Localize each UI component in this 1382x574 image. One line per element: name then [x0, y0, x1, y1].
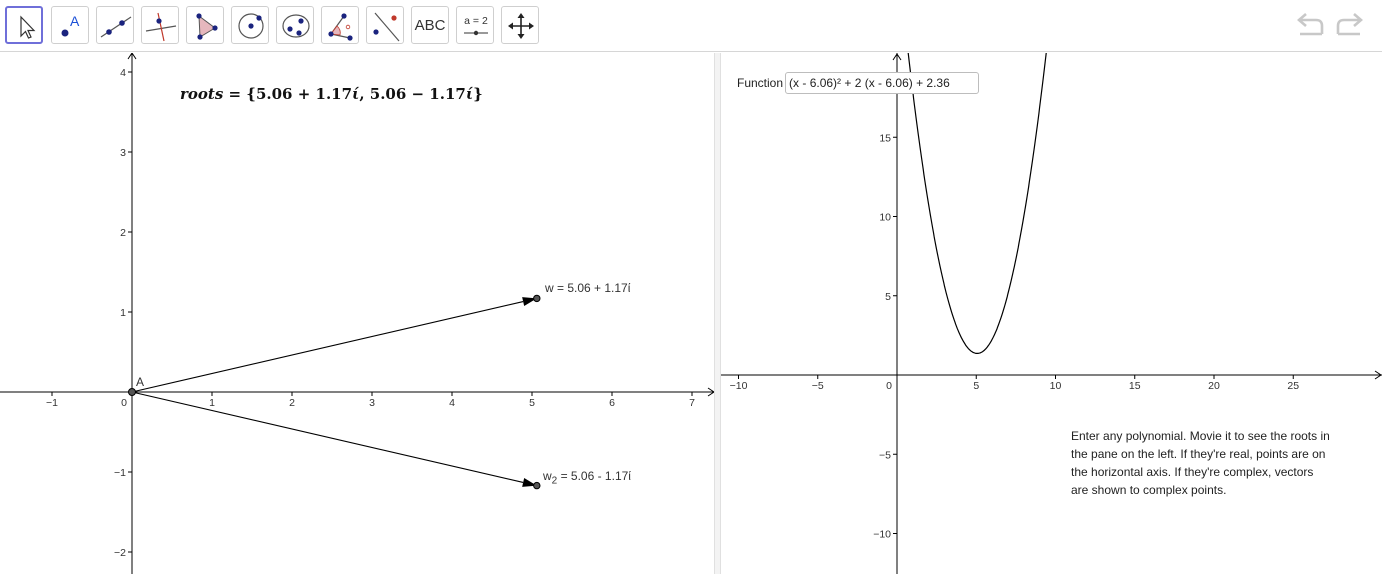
- right-x-tick-label: 5: [973, 380, 979, 392]
- left-y-tick-label: 3: [120, 147, 126, 159]
- right-x-tick-label: 15: [1129, 380, 1141, 392]
- right-y-tick-label: −5: [879, 449, 891, 461]
- perpendicular-line-tool-button[interactable]: [141, 6, 179, 44]
- text-tool-button[interactable]: ABC: [411, 6, 449, 44]
- left-y-tick-label: 4: [120, 67, 126, 79]
- left-y-tick-label: 2: [120, 227, 126, 239]
- reflect-icon: [373, 12, 400, 42]
- perpendicular-icon: [145, 12, 177, 42]
- function-curve[interactable]: [907, 53, 1049, 354]
- reflect-tool-button[interactable]: [366, 6, 404, 44]
- right-x-tick-label: 25: [1287, 380, 1299, 392]
- function-caption: Function: [737, 76, 784, 90]
- text-icon: ABC: [414, 16, 446, 34]
- redo-icon[interactable]: [1334, 12, 1364, 40]
- right-y-tick-label: 5: [885, 291, 891, 303]
- toolbar: A ABC a = 2: [0, 0, 1382, 52]
- instructions-text: Enter any polynomial. Movie it to see th…: [1071, 429, 1330, 497]
- left-y-tick-label: −2: [114, 547, 126, 559]
- line-icon: [100, 16, 132, 38]
- roots-eq: = {5.06 + 1.17: [223, 85, 353, 103]
- right-x-tick-label: 0: [886, 380, 892, 392]
- function-input-box: Function: [737, 71, 980, 95]
- polygon-tool-button[interactable]: [186, 6, 224, 44]
- left-x-tick-label: 1: [209, 397, 215, 409]
- slider-tool-label: a = 2: [464, 15, 488, 27]
- left-y-tick-label: 1: [120, 307, 126, 319]
- left-x-tick-label: 0: [121, 397, 127, 409]
- left-x-tick-label: 2: [289, 397, 295, 409]
- move-tool-button[interactable]: [5, 6, 43, 44]
- complex-plane-svg: −1 0 1 2 3 4 5 6 7 4 3 2 1 −1 −2: [0, 53, 714, 574]
- vector-w[interactable]: [131, 301, 524, 393]
- right-x-tick-label: −5: [812, 380, 824, 392]
- point-icon: A: [61, 13, 80, 37]
- right-x-tick-label: 10: [1050, 380, 1062, 392]
- slider-tool-button[interactable]: a = 2: [456, 6, 494, 44]
- move-arrows-icon: [508, 13, 534, 39]
- circle-center-icon: [238, 13, 264, 39]
- vector-w2[interactable]: [131, 391, 524, 483]
- roots-close: }: [473, 85, 483, 103]
- roots-equation[interactable]: roots = {5.06 + 1.17ί, 5.06 − 1.17ί}: [180, 85, 483, 103]
- left-y-tick-label: −1: [114, 467, 126, 479]
- left-x-tick-label: 3: [369, 397, 375, 409]
- vector-w-label[interactable]: w = 5.06 + 1.17ί: [545, 281, 630, 295]
- w2-label-prefix: w: [543, 469, 552, 483]
- ellipse-tool-button[interactable]: [276, 6, 314, 44]
- right-y-tick-label: 10: [879, 212, 891, 224]
- left-x-tick-label: 4: [449, 397, 455, 409]
- right-y-tick-label: −10: [873, 529, 891, 541]
- complex-plane-graphics-view[interactable]: −1 0 1 2 3 4 5 6 7 4 3 2 1 −1 −2 roots = {5.06 + 1.17…: [0, 53, 714, 574]
- arrow-cursor-icon: [20, 15, 36, 39]
- angle-icon: [328, 13, 353, 41]
- polygon-icon: [196, 13, 218, 40]
- left-x-tick-label: −1: [46, 397, 58, 409]
- point-tool-button[interactable]: A: [51, 6, 89, 44]
- roots-prefix: roots: [180, 85, 224, 103]
- right-x-tick-label: −10: [730, 380, 748, 392]
- right-x-tick-label: 20: [1208, 380, 1220, 392]
- circle-tool-button[interactable]: [231, 6, 269, 44]
- point-tool-label: A: [70, 13, 80, 29]
- function-input[interactable]: [785, 72, 980, 94]
- pane-divider[interactable]: [714, 53, 721, 574]
- angle-tool-button[interactable]: [321, 6, 359, 44]
- undo-icon[interactable]: [1296, 12, 1326, 40]
- left-x-tick-label: 5: [529, 397, 535, 409]
- w2-label-rest: = 5.06 - 1.17ί: [557, 469, 631, 483]
- left-x-tick-label: 6: [609, 397, 615, 409]
- ellipse-icon: [282, 14, 310, 38]
- vector-w2-label[interactable]: w2 = 5.06 - 1.17ί: [543, 469, 631, 486]
- point-w[interactable]: [533, 294, 541, 303]
- slider-icon: a = 2: [464, 15, 488, 36]
- left-x-tick-label: 7: [689, 397, 695, 409]
- line-tool-button[interactable]: [96, 6, 134, 44]
- function-graphics-view[interactable]: −10 −5 0 5 10 15 20 25 15 10 5 −5 −10 Function Ente…: [721, 53, 1382, 574]
- origin-point-label: A: [136, 375, 145, 389]
- right-y-tick-label: 15: [879, 132, 891, 144]
- roots-mid: , 5.06 − 1.17: [359, 85, 466, 103]
- move-graphics-tool-button[interactable]: [501, 6, 539, 44]
- origin-point[interactable]: [128, 388, 136, 396]
- point-w2[interactable]: [533, 481, 541, 490]
